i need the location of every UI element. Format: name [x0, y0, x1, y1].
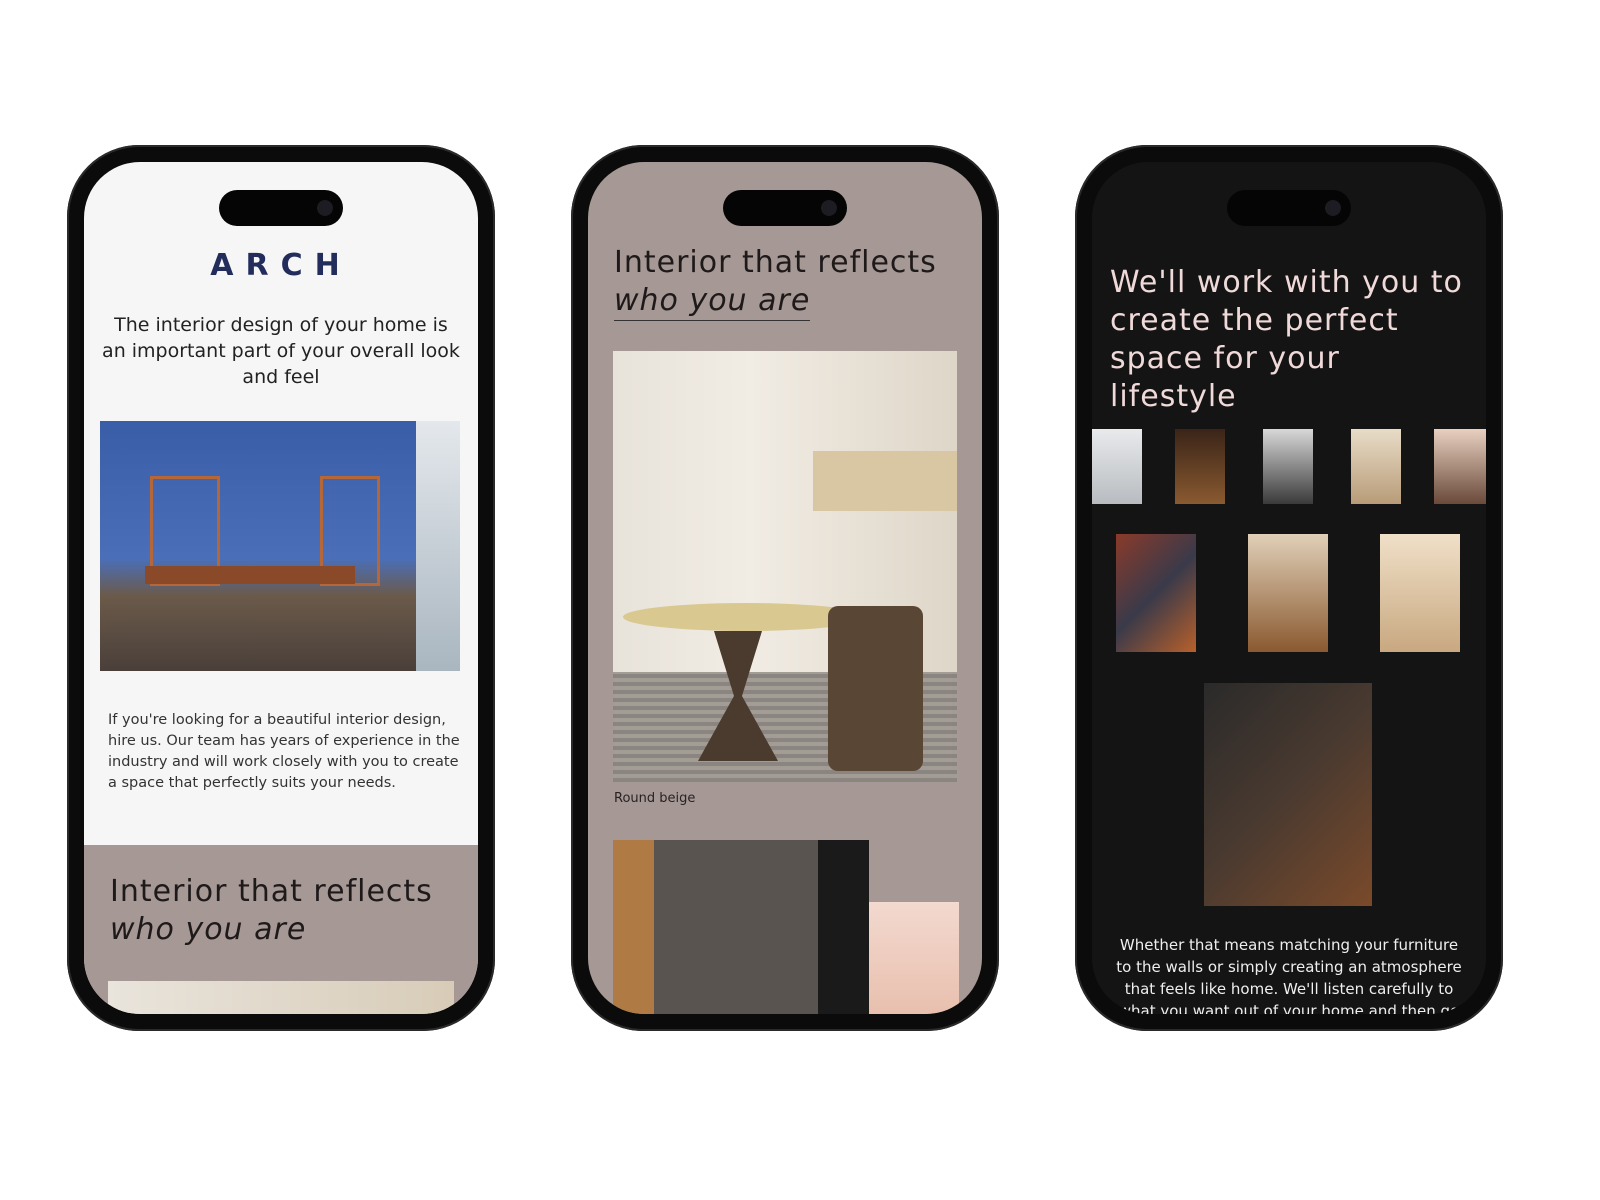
dynamic-island: [1227, 190, 1351, 226]
gallery-thumb-4[interactable]: [1351, 429, 1401, 504]
description-text: Whether that means matching your furnitu…: [1116, 936, 1462, 1014]
phone-mockup-light: ARCH The interior design of your home is…: [67, 145, 495, 1031]
gallery-image-colorful[interactable]: [1116, 534, 1196, 652]
screen: We'll work with you to create the perfec…: [1092, 162, 1486, 1014]
phone-mockup-dark: We'll work with you to create the perfec…: [1075, 145, 1503, 1031]
camera-icon: [821, 200, 837, 216]
section-title-italic: who you are: [110, 912, 307, 947]
page-title: Interior that reflects: [614, 245, 937, 280]
bedroom-image: [869, 902, 959, 1014]
gallery-image-stairs[interactable]: [1248, 534, 1328, 652]
featured-dining-room-image[interactable]: [1204, 683, 1372, 906]
screen: Interior that reflects who you are Round…: [588, 162, 982, 1014]
gallery-thumb-5[interactable]: [1434, 429, 1486, 504]
page-title-italic: who you are: [614, 282, 811, 321]
preview-image: [108, 981, 454, 1014]
gallery-thumb-2[interactable]: [1175, 429, 1225, 504]
gallery-thumb-3[interactable]: [1263, 429, 1313, 504]
screen: ARCH The interior design of your home is…: [84, 162, 478, 1014]
page-title: We'll work with you to create the perfec…: [1110, 265, 1463, 414]
hallway-image: [613, 840, 869, 1014]
gallery-thumb-1[interactable]: [1092, 429, 1142, 504]
description-text: If you're looking for a beautiful interi…: [108, 712, 460, 791]
camera-icon: [317, 200, 333, 216]
intro-text: The interior design of your home is an i…: [102, 314, 460, 388]
gallery-image-dining[interactable]: [1380, 534, 1460, 652]
section-title: Interior that reflects: [110, 874, 433, 909]
camera-icon: [1325, 200, 1341, 216]
section-interior: Interior that reflects who you are: [84, 845, 478, 1014]
round-table-image: [613, 351, 957, 782]
phone-mockup-taupe: Interior that reflects who you are Round…: [571, 145, 999, 1031]
brand-logo[interactable]: ARCH: [84, 248, 478, 283]
hero-image-blue-office: [100, 421, 460, 671]
dynamic-island: [723, 190, 847, 226]
dynamic-island: [219, 190, 343, 226]
image-caption: Round beige: [614, 791, 696, 806]
